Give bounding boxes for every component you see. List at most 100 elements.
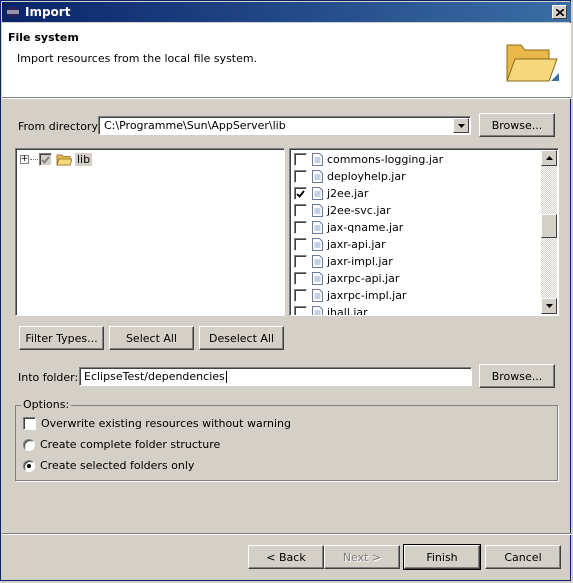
tree-item-checkbox[interactable] [39, 153, 52, 166]
complete-structure-label: Create complete folder structure [40, 438, 221, 451]
into-folder-label: Into folder: [18, 371, 79, 384]
file-name: jaxrpc-impl.jar [327, 289, 407, 302]
select-all-button[interactable]: Select All [109, 326, 194, 350]
file-icon [312, 289, 323, 302]
file-icon [312, 306, 323, 315]
deselect-all-label: Deselect All [208, 331, 275, 345]
tree-item-lib[interactable]: + lib [20, 153, 93, 166]
file-icon [312, 272, 323, 285]
file-icon [312, 238, 323, 251]
file-icon [312, 187, 323, 200]
scroll-up-button[interactable] [541, 150, 557, 166]
overwrite-option[interactable]: Overwrite existing resources without war… [23, 417, 291, 430]
file-item[interactable]: j2ee.jar [294, 185, 443, 202]
tree-item-label: lib [75, 153, 93, 166]
header-separator [2, 98, 571, 99]
close-button[interactable] [552, 5, 567, 19]
file-checkbox[interactable] [294, 221, 307, 234]
back-label: < Back [266, 550, 306, 564]
file-item[interactable]: jaxr-impl.jar [294, 253, 443, 270]
from-directory-value: C:\Programme\Sun\AppServer\lib [104, 119, 286, 132]
radio-dot [27, 463, 31, 468]
file-name: jax-qname.jar [327, 221, 404, 234]
window-title: Import [25, 5, 71, 19]
title-bar[interactable]: Import [2, 2, 571, 22]
file-item[interactable]: j2ee-svc.jar [294, 202, 443, 219]
file-icon [312, 170, 323, 183]
file-item[interactable]: jaxrpc-impl.jar [294, 287, 443, 304]
file-name: j2ee.jar [327, 187, 369, 200]
file-name: jaxr-api.jar [327, 238, 386, 251]
file-item[interactable]: commons-logging.jar [294, 151, 443, 168]
file-list-scrollbar[interactable] [541, 150, 557, 314]
options-legend: Options: [21, 398, 72, 411]
from-directory-browse-button[interactable]: Browse... [479, 113, 555, 137]
from-directory-label: From directory: [18, 120, 101, 133]
scroll-down-button[interactable] [541, 298, 557, 314]
overwrite-checkbox[interactable] [23, 417, 36, 430]
expand-icon[interactable]: + [20, 155, 29, 164]
footer-separator [2, 533, 571, 535]
folder-icon [56, 154, 72, 166]
file-icon [312, 153, 323, 166]
file-checkbox[interactable] [294, 238, 307, 251]
file-checkbox[interactable] [294, 153, 307, 166]
file-name: jhall.jar [327, 306, 368, 316]
scroll-thumb[interactable] [541, 214, 557, 238]
into-folder-value-wrap: EclipseTest/dependencies [84, 370, 227, 383]
next-button[interactable]: Next > [324, 545, 400, 569]
file-checkbox[interactable] [294, 289, 307, 302]
folder-tree[interactable]: + lib [15, 148, 285, 316]
page-title: File system [8, 31, 79, 44]
text-caret [225, 371, 227, 383]
combo-dropdown-button[interactable] [453, 118, 469, 133]
file-item[interactable]: deployhelp.jar [294, 168, 443, 185]
file-checkbox[interactable] [294, 272, 307, 285]
file-checkbox[interactable] [294, 187, 307, 200]
file-name: jaxr-impl.jar [327, 255, 393, 268]
cancel-label: Cancel [504, 550, 542, 564]
file-item[interactable]: jaxrpc-api.jar [294, 270, 443, 287]
selected-only-radio[interactable] [23, 459, 35, 472]
filter-types-button[interactable]: Filter Types... [19, 326, 104, 350]
file-list-items: commons-logging.jar deployhelp.jar j2ee.ja… [294, 151, 443, 316]
close-icon [555, 8, 564, 16]
file-checkbox[interactable] [294, 306, 307, 315]
file-icon [312, 221, 323, 234]
select-all-label: Select All [125, 331, 178, 345]
page-description: Import resources from the local file sys… [17, 52, 258, 65]
finish-button[interactable]: Finish [403, 544, 481, 570]
file-list[interactable]: commons-logging.jar deployhelp.jar j2ee.ja… [289, 148, 559, 316]
browse-label: Browse... [491, 118, 543, 132]
browse-label: Browse... [491, 369, 543, 383]
selected-only-option[interactable]: Create selected folders only [23, 459, 194, 472]
file-name: j2ee-svc.jar [327, 204, 391, 217]
file-checkbox[interactable] [294, 170, 307, 183]
file-icon [312, 255, 323, 268]
eclipse-icon [7, 6, 19, 18]
complete-structure-option[interactable]: Create complete folder structure [23, 438, 220, 451]
chevron-down-icon [457, 123, 465, 128]
into-folder-input[interactable]: EclipseTest/dependencies [79, 367, 472, 386]
arrow-down-icon [545, 304, 553, 308]
file-checkbox[interactable] [294, 255, 307, 268]
file-item[interactable]: jhall.jar [294, 304, 443, 316]
checkmark-icon [296, 189, 305, 198]
deselect-all-button[interactable]: Deselect All [199, 326, 284, 350]
into-folder-browse-button[interactable]: Browse... [479, 364, 555, 388]
import-dialog: Import File system Import resources from… [0, 0, 571, 581]
file-checkbox[interactable] [294, 204, 307, 217]
cancel-button[interactable]: Cancel [485, 545, 561, 569]
file-name: jaxrpc-api.jar [327, 272, 400, 285]
from-directory-combo[interactable]: C:\Programme\Sun\AppServer\lib [98, 116, 471, 135]
file-item[interactable]: jaxr-api.jar [294, 236, 443, 253]
open-folder-icon [506, 44, 559, 82]
checkmark-icon [41, 155, 50, 164]
into-folder-value: EclipseTest/dependencies [84, 370, 225, 383]
complete-structure-radio[interactable] [23, 438, 35, 451]
file-item[interactable]: jax-qname.jar [294, 219, 443, 236]
tree-connector [30, 159, 38, 160]
wizard-header: File system Import resources from the lo… [2, 23, 571, 98]
back-button[interactable]: < Back [248, 545, 324, 569]
file-icon [312, 204, 323, 217]
